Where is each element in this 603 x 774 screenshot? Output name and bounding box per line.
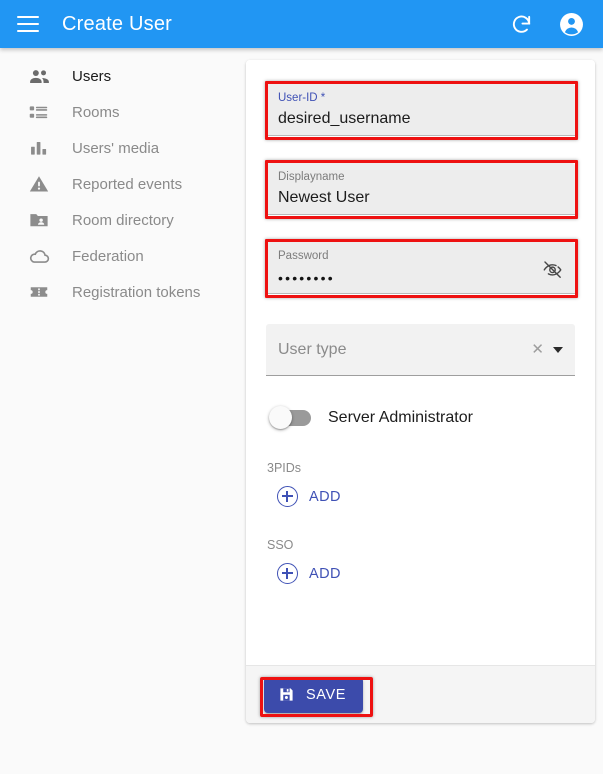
server-admin-row: Server Administrator [271,409,575,427]
user-type-actions: ✕ [531,342,563,357]
user-id-label: User-ID * [278,91,563,105]
visibility-off-icon[interactable] [539,256,565,282]
clear-x-icon[interactable]: ✕ [531,342,544,357]
sidebar-item-federation[interactable]: Federation [8,238,225,274]
account-circle-icon [559,12,584,37]
sidebar-item-rooms[interactable]: Rooms [8,94,225,130]
sidebar-item-users-media[interactable]: Users' media [8,130,225,166]
save-floppy-icon [278,686,295,703]
toggle-knob [269,406,292,429]
add-circle-outline-icon [277,486,298,507]
password-input[interactable]: Password •••••••• [266,242,575,294]
list-icon [28,101,54,123]
user-type-select[interactable]: User type ✕ [266,324,575,376]
app-bar-left: Create User [0,4,172,44]
body-area: Users Rooms Users' media [0,48,603,774]
sso-section: SSO ADD [266,538,575,584]
sidebar-item-users[interactable]: Users [8,58,225,94]
user-type-placeholder: User type [278,341,346,359]
card-footer-toolbar: SAVE [246,665,595,723]
save-button-label: SAVE [306,687,346,703]
password-label: Password [278,249,563,263]
user-id-field-wrap: User-ID * desired_username [266,84,575,136]
sso-add-button[interactable]: ADD [277,563,341,584]
create-user-card: User-ID * desired_username Displayname N… [246,60,595,723]
sidebar-item-label: Reported events [72,176,182,193]
create-user-form: User-ID * desired_username Displayname N… [246,60,595,665]
threepids-title: 3PIDs [267,461,575,475]
app-bar-right [501,4,603,44]
cloud-icon [28,245,54,267]
password-value: •••••••• [278,265,563,291]
server-admin-label: Server Administrator [328,409,473,427]
displayname-input[interactable]: Displayname Newest User [266,163,575,215]
sidebar-item-registration-tokens[interactable]: Registration tokens [8,274,225,310]
sidebar-item-label: Users [72,68,111,85]
bar-chart-icon [28,137,54,159]
page-title: Create User [62,13,172,36]
group-icon [28,65,54,87]
sidebar-item-label: Users' media [72,140,159,157]
displayname-field-wrap: Displayname Newest User [266,163,575,215]
threepids-section: 3PIDs ADD [266,461,575,507]
refresh-icon [510,13,533,36]
displayname-label: Displayname [278,170,563,184]
add-circle-outline-icon [277,563,298,584]
refresh-button[interactable] [501,4,541,44]
sidebar-item-label: Federation [72,248,144,265]
sidebar-item-room-directory[interactable]: Room directory [8,202,225,238]
sidebar-item-label: Rooms [72,104,120,121]
sidebar: Users Rooms Users' media [8,48,225,735]
sidebar-item-reported-events[interactable]: Reported events [8,166,225,202]
warning-triangle-icon [28,173,54,195]
sidebar-item-label: Room directory [72,212,174,229]
sso-add-label: ADD [309,566,341,582]
menu-button[interactable] [8,4,48,44]
sidebar-item-label: Registration tokens [72,284,200,301]
user-id-input[interactable]: User-ID * desired_username [266,84,575,136]
account-button[interactable] [551,4,591,44]
chevron-down-icon[interactable] [553,347,563,353]
save-button[interactable]: SAVE [264,677,363,713]
threepids-add-button[interactable]: ADD [277,486,341,507]
app-bar: Create User [0,0,603,48]
folder-shared-icon [28,209,54,231]
sso-title: SSO [267,538,575,552]
threepids-add-label: ADD [309,489,341,505]
confirmation-number-icon [28,281,54,303]
user-id-value: desired_username [278,107,563,131]
server-admin-toggle[interactable] [271,410,311,426]
displayname-value: Newest User [278,186,563,210]
hamburger-menu-icon [17,16,39,32]
password-field-wrap: Password •••••••• [266,242,575,294]
